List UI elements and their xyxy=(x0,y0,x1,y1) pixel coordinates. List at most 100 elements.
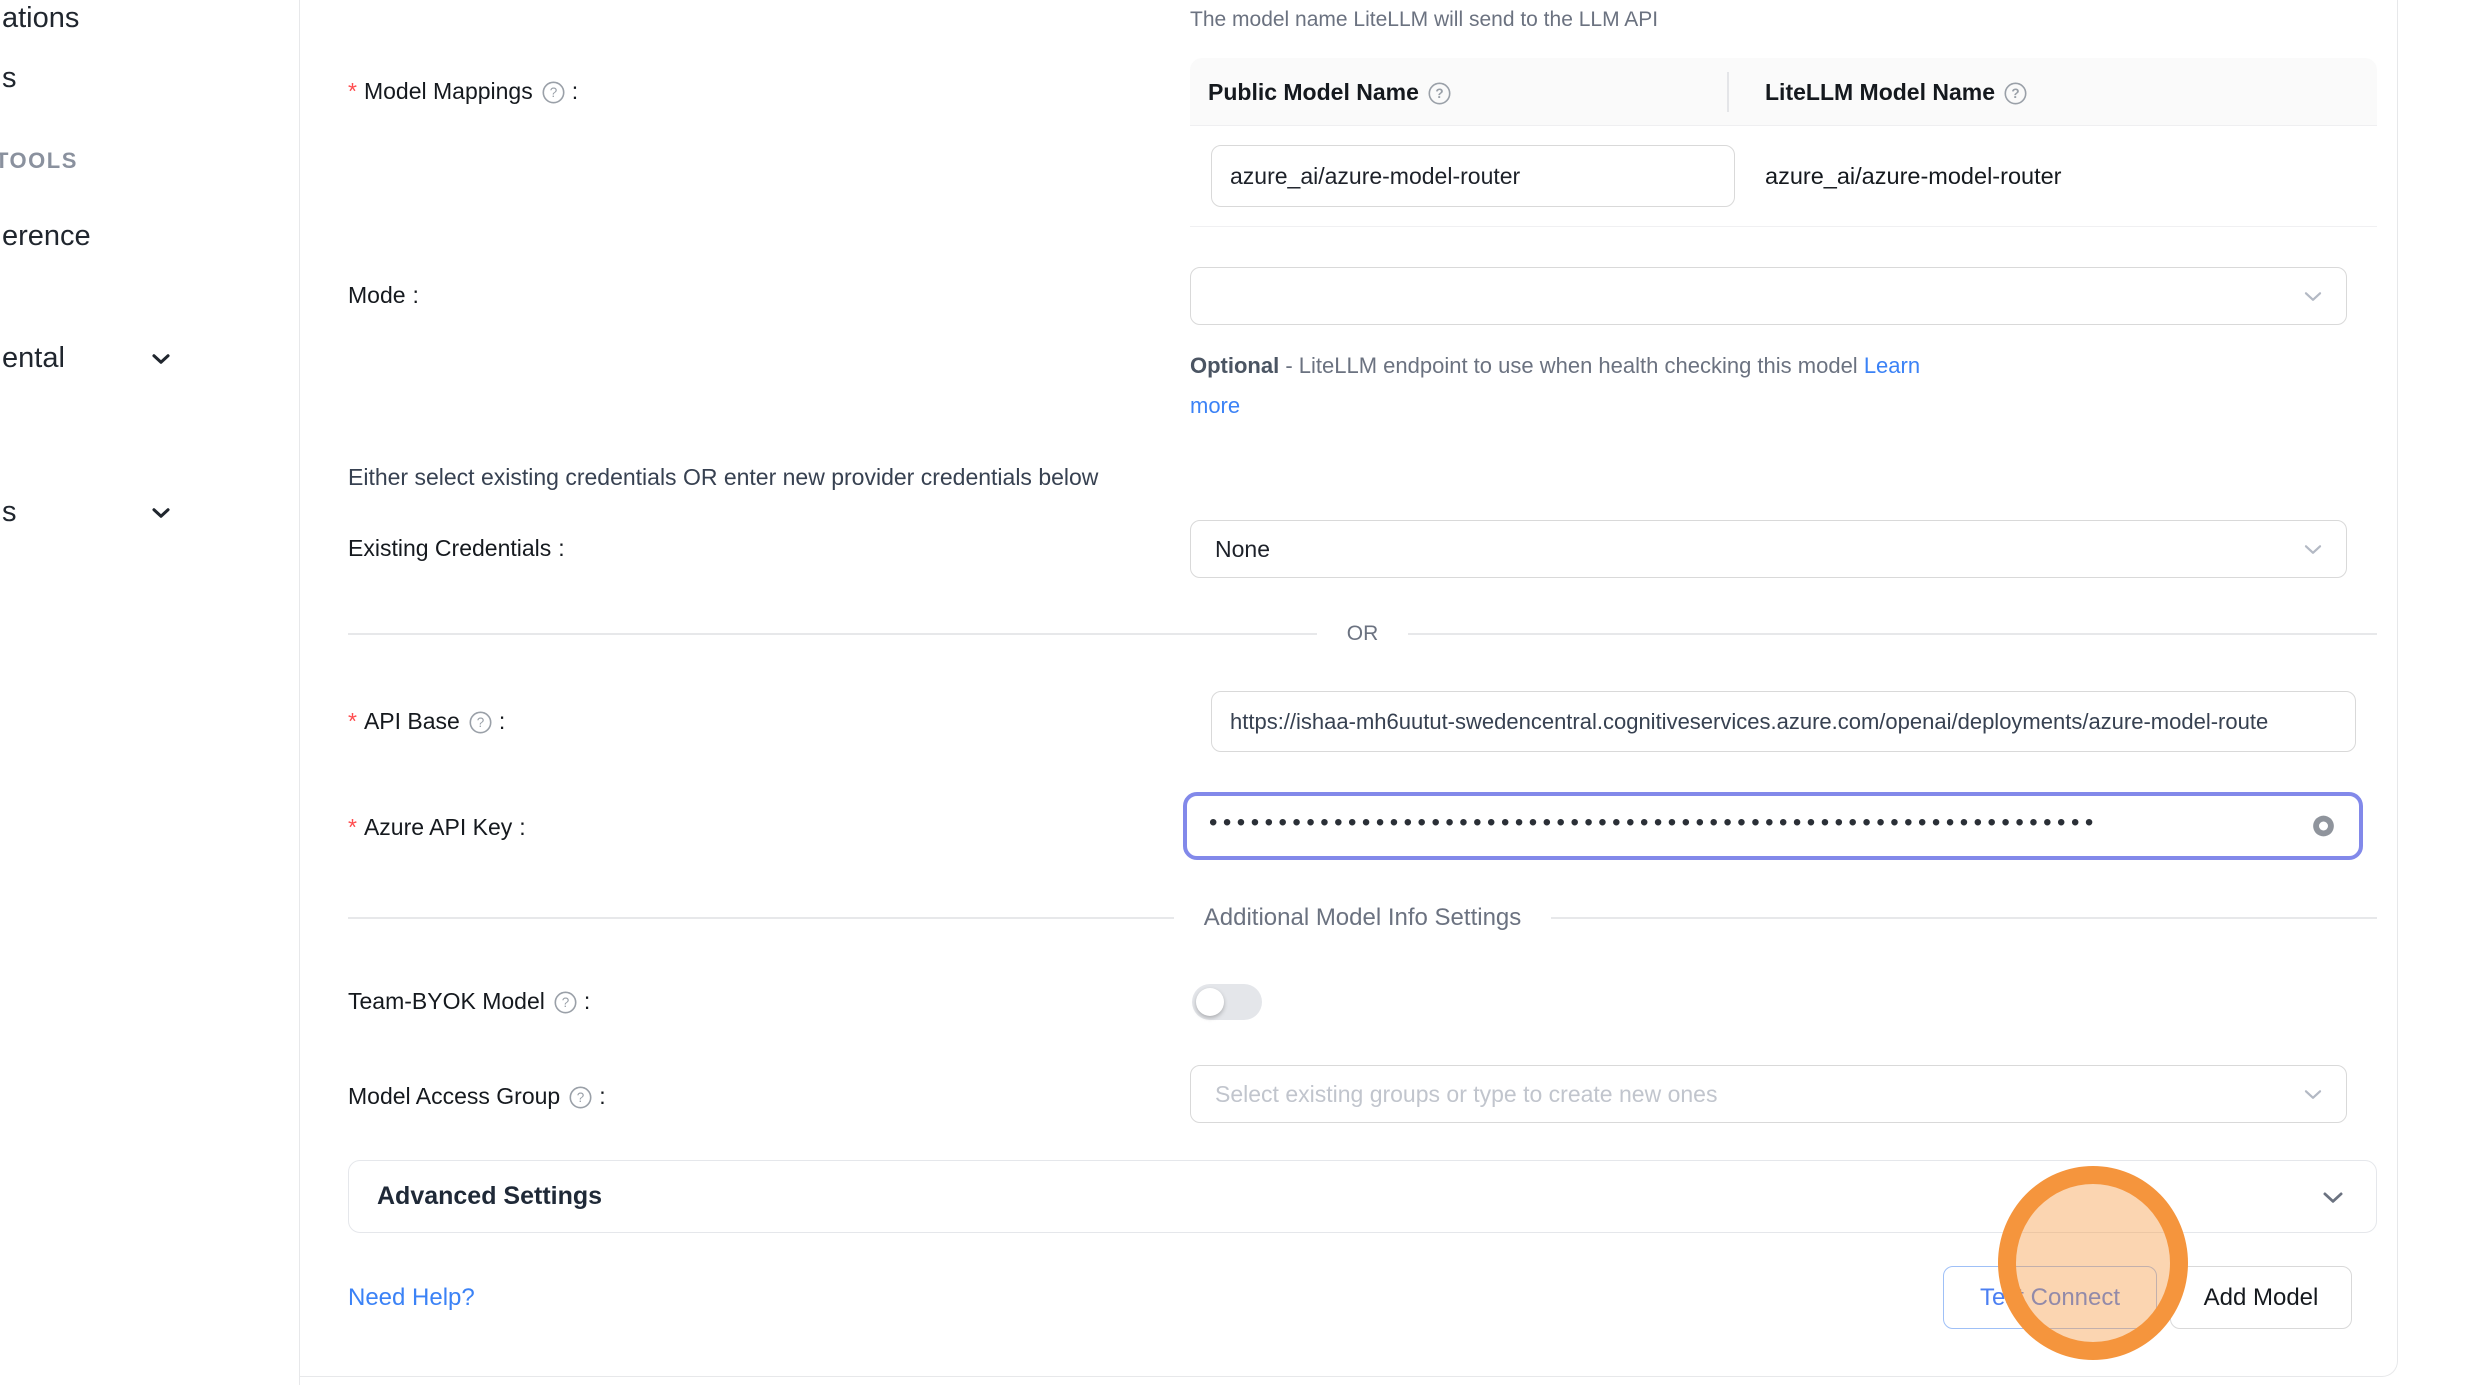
colon: : xyxy=(519,814,525,841)
eye-icon[interactable] xyxy=(2310,813,2337,840)
label-text: API Base xyxy=(364,708,460,735)
column-label: LiteLLM Model Name xyxy=(1765,79,1995,106)
advanced-settings-title: Advanced Settings xyxy=(377,1182,602,1211)
sidebar-section-label: TOOLS xyxy=(0,148,78,173)
model-access-group-label: Model Access Group ? : xyxy=(348,1083,606,1110)
sidebar-item-settings[interactable]: s xyxy=(2,496,17,529)
label-text: Existing Credentials xyxy=(348,535,551,562)
optional-emphasis: Optional xyxy=(1190,353,1279,378)
team-byok-toggle[interactable] xyxy=(1192,984,1262,1020)
chevron-down-icon[interactable] xyxy=(148,500,174,531)
mode-label: Mode : xyxy=(348,282,419,309)
add-model-button[interactable]: Add Model xyxy=(2170,1266,2352,1329)
divider-line xyxy=(1551,917,2377,919)
team-byok-label: Team-BYOK Model ? : xyxy=(348,988,590,1015)
label-text: Model Mappings xyxy=(364,78,533,105)
litellm-model-name-value: azure_ai/azure-model-router xyxy=(1765,163,2062,190)
existing-credentials-label: Existing Credentials : xyxy=(348,535,565,562)
colon: : xyxy=(499,708,505,735)
sidebar-item-label: s xyxy=(2,496,17,528)
divider-line xyxy=(348,633,1317,635)
azure-api-key-input[interactable]: ••••••••••••••••••••••••••••••••••••••••… xyxy=(1183,792,2363,860)
column-public-model-name: Public Model Name ? xyxy=(1208,58,1451,126)
learn-more-link[interactable]: more xyxy=(1190,393,1240,418)
column-litellm-model-name: LiteLLM Model Name ? xyxy=(1765,58,2027,126)
model-mappings-table-header: Public Model Name ? LiteLLM Model Name ? xyxy=(1190,58,2377,126)
svg-text:?: ? xyxy=(1435,86,1443,101)
label-text: Azure API Key xyxy=(364,814,512,841)
add-model-label: Add Model xyxy=(2204,1284,2319,1312)
sidebar-item-reference[interactable]: erence xyxy=(2,220,91,253)
required-asterisk: * xyxy=(348,78,357,105)
colon: : xyxy=(558,535,564,562)
sidebar-item[interactable]: s xyxy=(2,62,17,95)
mode-select[interactable] xyxy=(1190,267,2347,325)
existing-credentials-value: None xyxy=(1215,536,1270,563)
model-mappings-label: * Model Mappings ? : xyxy=(348,78,578,105)
divider-line xyxy=(348,917,1174,919)
required-asterisk: * xyxy=(348,708,357,735)
test-connect-label: Test Connect xyxy=(1980,1284,2120,1312)
public-model-name-input[interactable]: azure_ai/azure-model-router xyxy=(1211,145,1735,207)
chevron-down-icon[interactable] xyxy=(148,346,174,377)
info-settings-divider: Additional Model Info Settings xyxy=(348,904,2377,932)
help-icon[interactable]: ? xyxy=(554,991,577,1014)
credentials-note: Either select existing credentials OR en… xyxy=(348,464,1098,491)
sidebar-item-label: erence xyxy=(2,220,91,252)
help-icon[interactable]: ? xyxy=(542,81,565,104)
or-divider: OR xyxy=(348,622,2377,646)
info-settings-divider-text: Additional Model Info Settings xyxy=(1174,904,1552,932)
svg-text:?: ? xyxy=(477,715,485,730)
or-divider-text: OR xyxy=(1317,622,1409,646)
chevron-down-icon xyxy=(2300,536,2326,562)
model-access-group-select[interactable]: Select existing groups or type to create… xyxy=(1190,1065,2347,1123)
advanced-settings-panel[interactable]: Advanced Settings xyxy=(348,1160,2377,1233)
divider-line xyxy=(1408,633,2377,635)
model-name-note: The model name LiteLLM will send to the … xyxy=(1190,8,1658,32)
existing-credentials-select[interactable]: None xyxy=(1190,520,2347,578)
svg-text:?: ? xyxy=(2011,86,2019,101)
svg-text:?: ? xyxy=(549,85,557,100)
need-help-link[interactable]: Need Help? xyxy=(348,1284,475,1312)
colon: : xyxy=(572,78,578,105)
toggle-knob xyxy=(1196,988,1224,1016)
label-text: Team-BYOK Model xyxy=(348,988,545,1015)
sidebar: ations s TOOLS erence ental s xyxy=(0,0,300,1385)
sidebar-item-label: s xyxy=(2,62,17,94)
svg-text:?: ? xyxy=(577,1090,585,1105)
help-text-body: - LiteLLM endpoint to use when health ch… xyxy=(1279,353,1864,378)
api-base-label: * API Base ? : xyxy=(348,708,505,735)
svg-text:?: ? xyxy=(562,995,570,1010)
help-icon[interactable]: ? xyxy=(1428,82,1451,105)
sidebar-item-organizations[interactable]: ations xyxy=(2,2,79,35)
label-text: Mode xyxy=(348,282,406,309)
colon: : xyxy=(584,988,590,1015)
column-divider xyxy=(1727,72,1729,112)
sidebar-item-label: ental xyxy=(2,342,65,374)
chevron-down-icon xyxy=(2300,283,2326,309)
model-access-group-placeholder: Select existing groups or type to create… xyxy=(1215,1081,2288,1108)
sidebar-section-tools: TOOLS xyxy=(0,148,78,174)
test-connect-button[interactable]: Test Connect xyxy=(1943,1266,2157,1329)
api-base-value: https://ishaa-mh6uutut-swedencentral.cog… xyxy=(1230,709,2337,735)
chevron-down-icon xyxy=(2300,1081,2326,1107)
public-model-name-value: azure_ai/azure-model-router xyxy=(1230,163,1716,190)
mode-help-text: Optional - LiteLLM endpoint to use when … xyxy=(1190,346,2050,426)
table-row-border xyxy=(1190,226,2377,227)
chevron-down-icon xyxy=(2318,1182,2348,1212)
masked-api-key: ••••••••••••••••••••••••••••••••••••••••… xyxy=(1209,809,2099,837)
column-label: Public Model Name xyxy=(1208,79,1419,106)
learn-more-link[interactable]: Learn xyxy=(1864,353,1920,378)
colon: : xyxy=(413,282,419,309)
help-icon[interactable]: ? xyxy=(469,711,492,734)
sidebar-item-label: ations xyxy=(2,2,79,34)
colon: : xyxy=(599,1083,605,1110)
label-text: Model Access Group xyxy=(348,1083,560,1110)
sidebar-item-experimental[interactable]: ental xyxy=(2,342,65,375)
help-icon[interactable]: ? xyxy=(2004,82,2027,105)
help-icon[interactable]: ? xyxy=(569,1086,592,1109)
api-base-input[interactable]: https://ishaa-mh6uutut-swedencentral.cog… xyxy=(1211,691,2356,752)
add-model-page: ations s TOOLS erence ental s The model … xyxy=(0,0,2477,1385)
azure-api-key-label: * Azure API Key : xyxy=(348,814,526,841)
required-asterisk: * xyxy=(348,814,357,841)
